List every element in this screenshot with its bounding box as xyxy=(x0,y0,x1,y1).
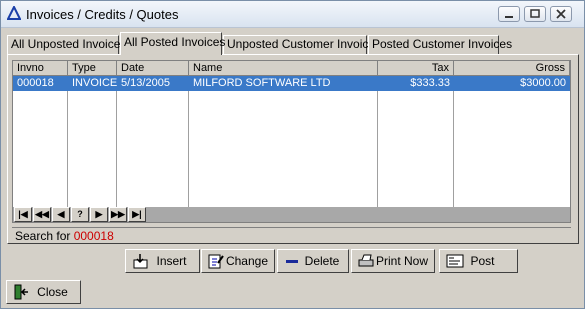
cell-type: INVOICE xyxy=(72,77,117,89)
close-label: Close xyxy=(37,285,68,299)
column-divider xyxy=(188,76,189,207)
column-header-type[interactable]: Type xyxy=(68,61,117,76)
column-divider xyxy=(377,76,378,207)
record-navigator: |◀ ◀◀ ◀ ? ▶ ▶▶ ▶| xyxy=(13,207,570,222)
nav-prev-page-button[interactable]: ◀◀ xyxy=(33,207,51,222)
nav-next-button[interactable]: ▶ xyxy=(90,207,108,222)
minimize-button[interactable] xyxy=(498,6,520,22)
column-header-tax[interactable]: Tax xyxy=(378,61,454,76)
delete-button[interactable]: Delete xyxy=(277,249,349,273)
post-button[interactable]: Post xyxy=(439,249,518,273)
cell-tax: $333.33 xyxy=(410,77,450,89)
change-label: Change xyxy=(225,254,269,268)
insert-button[interactable]: Insert xyxy=(125,249,200,273)
tab-all-unposted-invoices[interactable]: All Unposted Invoices xyxy=(7,35,126,54)
cell-name: MILFORD SOFTWARE LTD xyxy=(193,77,331,89)
column-header-date[interactable]: Date xyxy=(117,61,189,76)
window-title: Invoices / Credits / Quotes xyxy=(26,7,179,22)
print-now-label: Print Now xyxy=(375,254,428,268)
delete-label: Delete xyxy=(304,254,340,268)
minimize-icon xyxy=(505,16,513,18)
tab-all-posted-invoices[interactable]: All Posted Invoices xyxy=(120,32,226,55)
column-divider xyxy=(67,76,68,207)
cell-gross: $3000.00 xyxy=(520,77,566,89)
nav-next-page-button[interactable]: ▶▶ xyxy=(109,207,127,222)
invoice-grid[interactable]: Invno Type Date Name Tax Gross 000018 IN… xyxy=(12,60,571,223)
nav-prev-button[interactable]: ◀ xyxy=(52,207,70,222)
search-label: Search for xyxy=(15,229,71,243)
column-header-gross[interactable]: Gross xyxy=(454,61,570,76)
tab-label: Posted Customer Invoices xyxy=(372,37,513,51)
tab-label: All Unposted Invoices xyxy=(11,37,127,51)
change-button[interactable]: Change xyxy=(201,249,275,273)
tab-label: All Posted Invoices xyxy=(124,35,226,49)
column-header-invno[interactable]: Invno xyxy=(13,61,68,76)
tab-label: Unposted Customer Invoices xyxy=(227,37,382,51)
search-status: Search for 000018 xyxy=(12,227,571,243)
close-icon xyxy=(556,9,566,19)
print-now-button[interactable]: Print Now xyxy=(351,249,435,273)
search-value: 000018 xyxy=(73,229,114,243)
post-label: Post xyxy=(470,254,495,268)
invoices-window: Invoices / Credits / Quotes All Unposted… xyxy=(0,0,585,309)
close-window-button[interactable] xyxy=(550,6,572,22)
nav-help-button[interactable]: ? xyxy=(71,207,89,222)
maximize-button[interactable] xyxy=(524,6,546,22)
insert-label: Insert xyxy=(156,254,187,268)
column-header-name[interactable]: Name xyxy=(189,61,378,76)
table-row[interactable]: 000018 INVOICE 5/13/2005 MILFORD SOFTWAR… xyxy=(13,76,570,91)
column-divider xyxy=(453,76,454,207)
nav-last-button[interactable]: ▶| xyxy=(128,207,146,222)
title-bar: Invoices / Credits / Quotes xyxy=(1,1,584,28)
close-button[interactable]: Close xyxy=(6,280,81,304)
tab-posted-customer-invoices[interactable]: Posted Customer Invoices xyxy=(368,35,512,54)
cell-date: 5/13/2005 xyxy=(121,77,170,89)
tab-unposted-customer-invoices[interactable]: Unposted Customer Invoices xyxy=(223,35,381,54)
maximize-icon xyxy=(530,9,540,18)
app-triangle-icon xyxy=(7,6,21,20)
nav-first-button[interactable]: |◀ xyxy=(14,207,32,222)
cell-invno: 000018 xyxy=(17,77,54,89)
column-divider xyxy=(116,76,117,207)
